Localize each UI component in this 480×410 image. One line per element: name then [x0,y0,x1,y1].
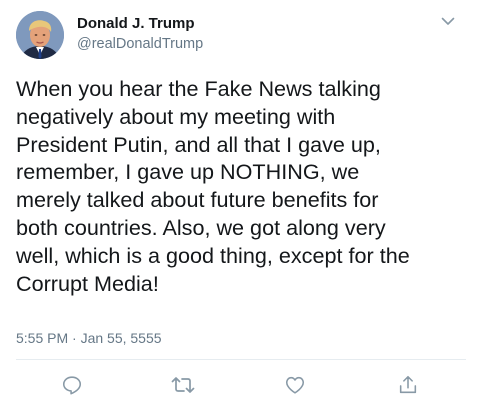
retweet-button[interactable] [171,373,195,397]
avatar[interactable] [16,11,64,59]
like-button[interactable] [283,373,307,397]
tweet-text-line: both countries. Also, we got along very [16,214,386,240]
share-icon [397,374,419,396]
avatar-portrait [16,11,64,59]
action-bar [0,373,480,397]
retweet-icon [171,374,195,396]
author-handle[interactable]: @realDonaldTrump [77,35,203,54]
divider [16,359,466,360]
tweet-text-line: negatively about my meeting with [16,103,336,129]
tweet-text-line: remember, I gave up NOTHING, we [16,159,360,185]
tweet-text-line: When you hear the Fake News talking [16,76,381,101]
reply-icon [61,374,83,396]
tweet-card: Donald J. Trump @realDonaldTrump When yo… [0,0,480,410]
share-button[interactable] [396,373,420,397]
author-name[interactable]: Donald J. Trump [77,14,195,33]
tweet-text-line: Corrupt Media! [16,270,159,296]
chevron-down-icon[interactable] [440,13,456,29]
heart-icon [284,374,306,396]
tweet-text: When you hear the Fake News talking nega… [16,75,471,297]
tweet-text-line: well, which is a good thing, except for … [16,242,410,268]
tweet-text-line: merely talked about future benefits for [16,187,379,213]
reply-button[interactable] [60,373,84,397]
tweet-text-line: President Putin, and all that I gave up, [16,131,381,157]
tweet-timestamp[interactable]: 5:55 PM · Jan 55, 5555 [16,329,162,347]
